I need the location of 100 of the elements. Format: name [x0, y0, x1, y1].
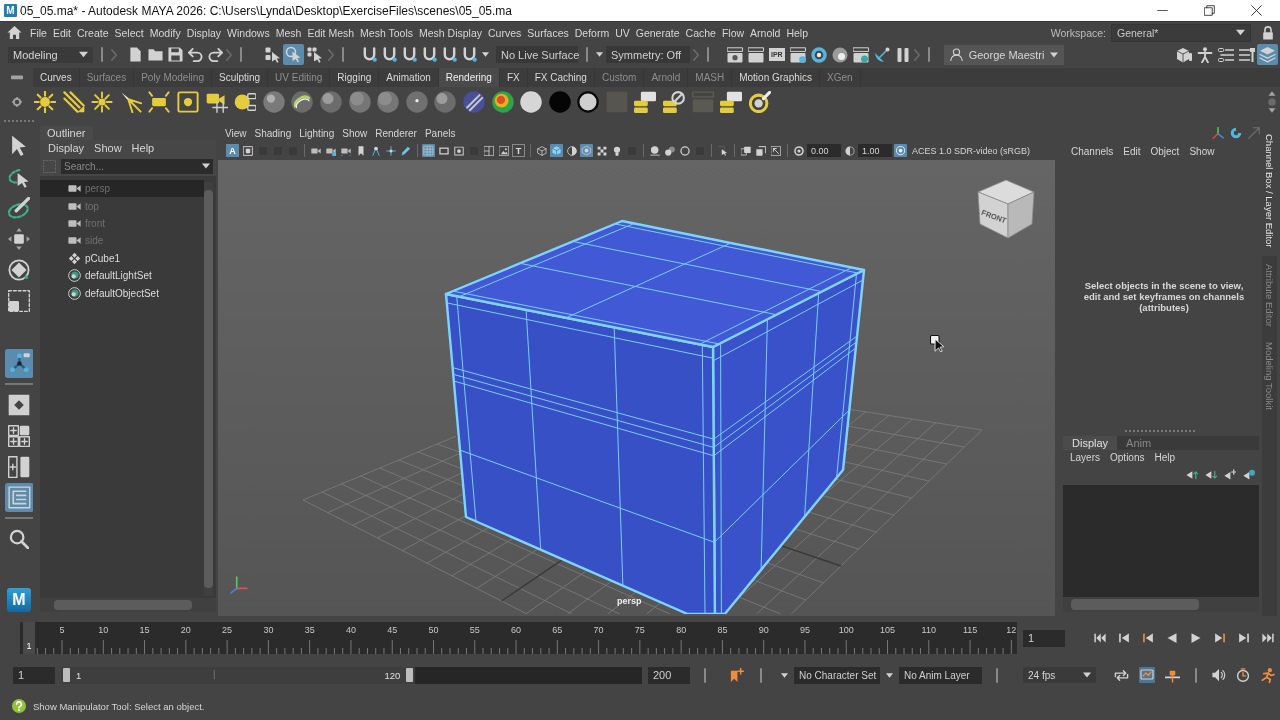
film-gate-icon[interactable]: [438, 145, 449, 156]
skip-to-end-icon[interactable]: [1262, 632, 1274, 644]
menu-item[interactable]: Mesh: [272, 26, 305, 39]
menu-item[interactable]: Edit: [1118, 145, 1146, 157]
menu-item[interactable]: Lighting: [295, 128, 339, 139]
human-figure-icon[interactable]: [1196, 46, 1213, 63]
color-management-icon[interactable]: [893, 143, 908, 158]
current-frame-marker[interactable]: 1: [23, 622, 35, 654]
caret-icon[interactable]: [596, 51, 603, 58]
redo-icon[interactable]: [208, 47, 223, 62]
shelf-tab[interactable]: Rigging: [330, 68, 380, 87]
clapperboard-slash-icon[interactable]: [663, 90, 686, 113]
resolution-gate-icon[interactable]: [453, 145, 464, 156]
symmetry-dropdown[interactable]: Symmetry: Off: [606, 46, 690, 63]
menu-item[interactable]: Edit Mesh: [304, 26, 358, 39]
gear-icon[interactable]: [11, 96, 22, 107]
split-view-icon[interactable]: [483, 145, 494, 156]
scroll-up-icon[interactable]: [1268, 90, 1276, 96]
magnet-icon[interactable]: [382, 47, 397, 62]
user-dropdown[interactable]: George Maestri: [943, 44, 1065, 65]
step-forward-key-icon[interactable]: [1238, 632, 1250, 644]
menu-item[interactable]: Create: [74, 26, 112, 39]
half-shaded-circle-icon[interactable]: [566, 145, 577, 156]
menu-item[interactable]: Mesh Tools: [357, 26, 416, 39]
compass-icon[interactable]: [370, 145, 381, 156]
magnet-icon[interactable]: [442, 47, 457, 62]
disc-icon[interactable]: [577, 90, 600, 113]
shelf-tab[interactable]: Rendering: [438, 68, 500, 87]
object-select-icon[interactable]: [283, 44, 304, 65]
rotate-tool-icon[interactable]: [8, 258, 30, 281]
grip-icon[interactable]: [212, 670, 216, 680]
home-icon[interactable]: [7, 25, 22, 40]
menu-item[interactable]: Curves: [485, 26, 525, 39]
single-view-layout-icon[interactable]: [8, 393, 30, 416]
xray-cube-icon[interactable]: [579, 143, 594, 158]
scrollbar-thumb[interactable]: [54, 600, 192, 610]
pencil-icon[interactable]: [400, 145, 411, 156]
shaded-cube-icon[interactable]: [549, 143, 564, 158]
new-file-icon[interactable]: [128, 47, 143, 62]
speaker-icon[interactable]: [1212, 668, 1226, 682]
attribute-list-icon[interactable]: [1217, 46, 1234, 63]
outliner-item[interactable]: defaultObjectSet: [40, 284, 204, 302]
cube-mesh[interactable]: [444, 219, 866, 614]
spotlight-icon[interactable]: [119, 90, 142, 113]
shelf-tab[interactable]: FX Caching: [527, 68, 595, 87]
panel-toggle-button[interactable]: T: [512, 144, 525, 157]
fps-dropdown[interactable]: 24 fps: [1023, 667, 1096, 683]
crosshair-icon[interactable]: [385, 145, 396, 156]
clapperboard-eye-icon[interactable]: [727, 46, 743, 63]
hierarchy-select-icon[interactable]: [264, 46, 281, 63]
select-cursor-icon[interactable]: [717, 145, 728, 156]
image-plane-icon[interactable]: [498, 145, 509, 156]
play-icon[interactable]: [1190, 632, 1202, 644]
move-tool-icon[interactable]: [8, 227, 30, 250]
target-ring-icon[interactable]: [810, 46, 827, 63]
skip-to-start-icon[interactable]: [1094, 632, 1106, 644]
checker-icon[interactable]: [596, 145, 607, 156]
menu-item[interactable]: File: [27, 26, 50, 39]
clapperboard-stack-icon[interactable]: [720, 90, 743, 113]
outliner-layout-icon[interactable]: [4, 483, 34, 512]
shelf-tab[interactable]: Curves: [33, 68, 80, 87]
end-frame-field[interactable]: 200: [648, 666, 690, 684]
app-logo[interactable]: M: [7, 588, 31, 612]
scrollbar-thumb[interactable]: [1071, 599, 1199, 610]
outliner-item[interactable]: defaultLightSet: [40, 266, 204, 285]
menu-item[interactable]: Modify: [146, 26, 184, 39]
dotted-square-icon[interactable]: [43, 159, 56, 173]
light-bulb-icon[interactable]: [611, 145, 622, 156]
shelf-tab[interactable]: Custom: [594, 68, 645, 87]
menu-item[interactable]: Flow: [718, 26, 748, 39]
magnet-icon[interactable]: [362, 47, 377, 62]
sphere-icon[interactable]: [319, 90, 342, 113]
aperture-icon[interactable]: [793, 145, 804, 156]
time-slider[interactable]: 1 5 10 15 20 25 30 35 40 45 50 55 60 65 70 75 80 85 90 95 100 105 110 115 12: [20, 622, 1017, 654]
menu-set-dropdown[interactable]: Modeling: [8, 46, 93, 63]
resize-icon[interactable]: [770, 145, 781, 156]
start-frame-field[interactable]: 1: [13, 666, 55, 684]
menu-item[interactable]: Cache: [682, 26, 719, 39]
area-light-icon[interactable]: [148, 90, 171, 113]
sphere-icon[interactable]: [377, 90, 400, 113]
menu-item[interactable]: Channels: [1066, 145, 1119, 157]
clapperboard-icon[interactable]: [748, 46, 764, 63]
wireframe-cube-icon[interactable]: [536, 145, 547, 156]
save-icon[interactable]: [168, 47, 183, 62]
menu-item[interactable]: Help: [1149, 452, 1181, 463]
menu-item[interactable]: Surfaces: [524, 26, 572, 39]
layer-arrow-up-icon[interactable]: [1186, 469, 1198, 481]
restore-icon[interactable]: [1204, 5, 1215, 16]
outliner-item[interactable]: pCube1: [40, 249, 204, 267]
isolate-icon[interactable]: [740, 145, 751, 156]
menu-item[interactable]: Windows: [224, 26, 273, 39]
undo-icon[interactable]: [188, 47, 203, 62]
heatmap-sphere-icon[interactable]: [491, 90, 514, 113]
disc-icon[interactable]: [520, 90, 543, 113]
menu-item[interactable]: Show: [1184, 145, 1220, 157]
step-back-frame-icon[interactable]: [1142, 632, 1154, 644]
menu-item[interactable]: Renderer: [371, 128, 421, 139]
lock-icon[interactable]: [1261, 25, 1275, 40]
parallel-arrows-icon[interactable]: [62, 90, 85, 113]
clapperboard-icon[interactable]: [852, 46, 869, 63]
